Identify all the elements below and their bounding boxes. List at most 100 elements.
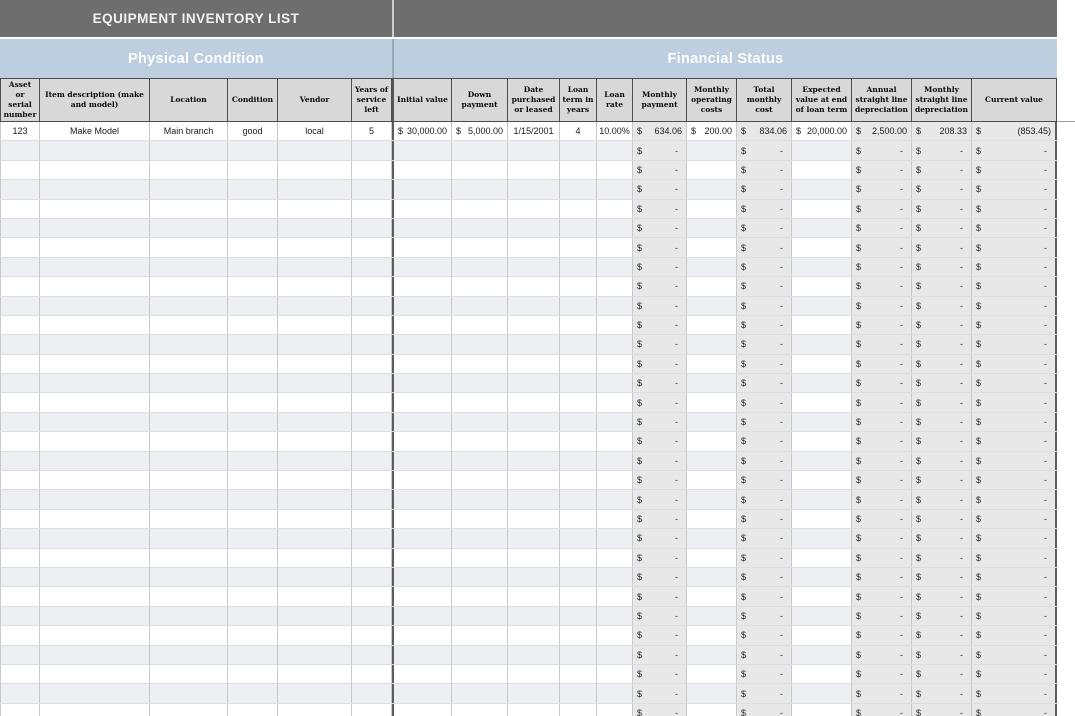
cell-date-purchased[interactable] bbox=[508, 180, 560, 198]
cell-location[interactable]: Main branch bbox=[150, 122, 228, 140]
cell-monthly-depreciation[interactable]: $- bbox=[912, 335, 972, 353]
cell-current-value[interactable]: $- bbox=[972, 335, 1057, 353]
cell-asset-number[interactable] bbox=[0, 607, 40, 625]
cell-expected-value[interactable] bbox=[792, 335, 852, 353]
cell-monthly-operating-costs[interactable] bbox=[687, 587, 737, 605]
cell-date-purchased[interactable] bbox=[508, 258, 560, 276]
cell-annual-depreciation[interactable]: $- bbox=[852, 413, 912, 431]
cell-asset-number[interactable] bbox=[0, 335, 40, 353]
cell-down-payment[interactable] bbox=[452, 277, 508, 295]
cell-current-value[interactable]: $- bbox=[972, 704, 1057, 716]
cell-asset-number[interactable] bbox=[0, 490, 40, 508]
cell-years-of-service-left[interactable] bbox=[352, 258, 392, 276]
cell-annual-depreciation[interactable]: $- bbox=[852, 297, 912, 315]
cell-years-of-service-left[interactable] bbox=[352, 471, 392, 489]
cell-current-value[interactable]: $- bbox=[972, 200, 1057, 218]
cell-asset-number[interactable] bbox=[0, 549, 40, 567]
cell-asset-number[interactable] bbox=[0, 510, 40, 528]
cell-location[interactable] bbox=[150, 297, 228, 315]
cell-vendor[interactable] bbox=[278, 568, 352, 586]
cell-loan-rate[interactable] bbox=[597, 141, 633, 159]
cell-condition[interactable] bbox=[228, 568, 278, 586]
header-loan-rate[interactable]: Loan rate bbox=[597, 78, 633, 122]
cell-loan-term[interactable] bbox=[560, 471, 597, 489]
cell-vendor[interactable] bbox=[278, 529, 352, 547]
cell-years-of-service-left[interactable] bbox=[352, 316, 392, 334]
cell-monthly-operating-costs[interactable] bbox=[687, 141, 737, 159]
cell-item-description[interactable] bbox=[40, 335, 150, 353]
cell-vendor[interactable] bbox=[278, 374, 352, 392]
cell-total-monthly-cost[interactable]: $- bbox=[737, 180, 792, 198]
cell-loan-rate[interactable] bbox=[597, 297, 633, 315]
cell-date-purchased[interactable] bbox=[508, 626, 560, 644]
cell-annual-depreciation[interactable]: $- bbox=[852, 471, 912, 489]
cell-loan-rate[interactable] bbox=[597, 238, 633, 256]
cell-loan-term[interactable] bbox=[560, 432, 597, 450]
cell-initial-value[interactable] bbox=[392, 549, 452, 567]
cell-loan-term[interactable] bbox=[560, 413, 597, 431]
cell-loan-rate[interactable] bbox=[597, 587, 633, 605]
cell-total-monthly-cost[interactable]: $- bbox=[737, 471, 792, 489]
cell-item-description[interactable] bbox=[40, 490, 150, 508]
cell-down-payment[interactable] bbox=[452, 510, 508, 528]
cell-vendor[interactable] bbox=[278, 607, 352, 625]
cell-total-monthly-cost[interactable]: $- bbox=[737, 549, 792, 567]
cell-monthly-payment[interactable]: $- bbox=[633, 277, 687, 295]
cell-down-payment[interactable] bbox=[452, 587, 508, 605]
cell-vendor[interactable] bbox=[278, 141, 352, 159]
cell-loan-rate[interactable] bbox=[597, 646, 633, 664]
cell-vendor[interactable] bbox=[278, 219, 352, 237]
cell-item-description[interactable] bbox=[40, 587, 150, 605]
cell-loan-term[interactable] bbox=[560, 238, 597, 256]
cell-expected-value[interactable] bbox=[792, 510, 852, 528]
cell-condition[interactable] bbox=[228, 355, 278, 373]
cell-years-of-service-left[interactable] bbox=[352, 607, 392, 625]
cell-monthly-payment[interactable]: $- bbox=[633, 452, 687, 470]
cell-monthly-payment[interactable]: $- bbox=[633, 141, 687, 159]
cell-asset-number[interactable] bbox=[0, 471, 40, 489]
cell-monthly-depreciation[interactable]: $- bbox=[912, 684, 972, 702]
cell-location[interactable] bbox=[150, 258, 228, 276]
cell-current-value[interactable]: $- bbox=[972, 510, 1057, 528]
cell-down-payment[interactable] bbox=[452, 607, 508, 625]
header-asset-number[interactable]: Asset or serial number bbox=[0, 78, 40, 122]
cell-total-monthly-cost[interactable]: $- bbox=[737, 665, 792, 683]
header-expected-value[interactable]: Expected value at end of loan term bbox=[792, 78, 852, 122]
cell-total-monthly-cost[interactable]: $- bbox=[737, 200, 792, 218]
cell-monthly-depreciation[interactable]: $- bbox=[912, 704, 972, 716]
cell-location[interactable] bbox=[150, 141, 228, 159]
cell-years-of-service-left[interactable] bbox=[352, 626, 392, 644]
cell-asset-number[interactable] bbox=[0, 161, 40, 179]
cell-total-monthly-cost[interactable]: $- bbox=[737, 238, 792, 256]
cell-total-monthly-cost[interactable]: $- bbox=[737, 684, 792, 702]
cell-loan-term[interactable] bbox=[560, 277, 597, 295]
cell-asset-number[interactable] bbox=[0, 413, 40, 431]
cell-vendor[interactable] bbox=[278, 258, 352, 276]
cell-monthly-payment[interactable]: $- bbox=[633, 374, 687, 392]
cell-asset-number[interactable] bbox=[0, 141, 40, 159]
cell-down-payment[interactable]: $5,000.00 bbox=[452, 122, 508, 140]
cell-monthly-payment[interactable]: $- bbox=[633, 393, 687, 411]
cell-location[interactable] bbox=[150, 316, 228, 334]
cell-expected-value[interactable]: $20,000.00 bbox=[792, 122, 852, 140]
cell-down-payment[interactable] bbox=[452, 258, 508, 276]
cell-current-value[interactable]: $- bbox=[972, 452, 1057, 470]
cell-date-purchased[interactable] bbox=[508, 374, 560, 392]
cell-monthly-operating-costs[interactable] bbox=[687, 626, 737, 644]
cell-condition[interactable] bbox=[228, 665, 278, 683]
cell-down-payment[interactable] bbox=[452, 471, 508, 489]
cell-monthly-payment[interactable]: $- bbox=[633, 568, 687, 586]
cell-total-monthly-cost[interactable]: $- bbox=[737, 374, 792, 392]
cell-annual-depreciation[interactable]: $- bbox=[852, 529, 912, 547]
cell-monthly-depreciation[interactable]: $- bbox=[912, 432, 972, 450]
cell-monthly-operating-costs[interactable] bbox=[687, 549, 737, 567]
cell-initial-value[interactable] bbox=[392, 413, 452, 431]
cell-loan-term[interactable] bbox=[560, 335, 597, 353]
cell-date-purchased[interactable] bbox=[508, 355, 560, 373]
cell-location[interactable] bbox=[150, 626, 228, 644]
cell-asset-number[interactable] bbox=[0, 665, 40, 683]
cell-asset-number[interactable] bbox=[0, 180, 40, 198]
cell-location[interactable] bbox=[150, 219, 228, 237]
cell-years-of-service-left[interactable]: 5 bbox=[352, 122, 392, 140]
cell-expected-value[interactable] bbox=[792, 587, 852, 605]
